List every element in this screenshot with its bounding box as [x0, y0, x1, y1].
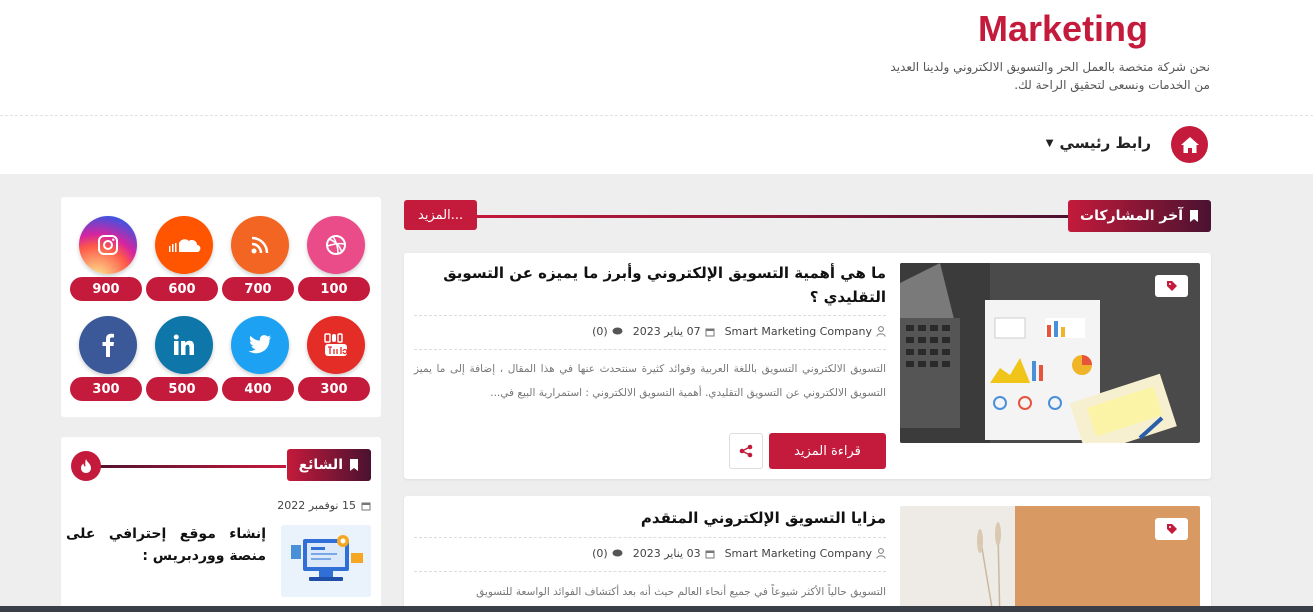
- post-author[interactable]: Smart Marketing Company: [725, 325, 872, 338]
- soundcloud-icon: [155, 216, 213, 274]
- social-facebook[interactable]: 300: [70, 316, 146, 406]
- calendar-icon: [705, 328, 715, 336]
- social-count: 300: [298, 377, 370, 401]
- post-date: 07 يناير 2023: [632, 325, 701, 338]
- social-count: 400: [222, 377, 294, 401]
- social-linkedin[interactable]: 500: [146, 316, 222, 406]
- social-count: 700: [222, 277, 294, 301]
- post-excerpt: التسويق حالياً الأكثر شيوعاً في جميع أنح…: [476, 586, 886, 598]
- rss-icon: [231, 216, 289, 274]
- post-card: مزايا التسويق الإلكتروني المتقدم Smart M…: [404, 496, 1211, 612]
- divider: [414, 315, 886, 316]
- latest-posts-title: آخر المشاركات: [1068, 200, 1211, 232]
- nav-main-link[interactable]: رابط رئيسي ▼: [1046, 134, 1151, 152]
- latest-posts-title-text: آخر المشاركات: [1080, 208, 1183, 224]
- comments-meta: (0): [592, 547, 623, 560]
- youtube-icon: [307, 316, 365, 374]
- latest-posts-header: المزيد... آخر المشاركات: [404, 200, 1211, 232]
- more-button[interactable]: المزيد...: [404, 200, 478, 230]
- social-count: 900: [70, 277, 142, 301]
- post-thumbnail[interactable]: [900, 263, 1200, 443]
- chevron-down-icon: ▼: [1045, 137, 1054, 149]
- section-divider: [474, 215, 1081, 218]
- share-icon: [739, 444, 753, 458]
- post-date: 03 يناير 2023: [632, 547, 701, 560]
- main-navbar: رابط رئيسي ▼: [0, 116, 1313, 174]
- social-count: 500: [146, 377, 218, 401]
- divider: [414, 571, 886, 572]
- calendar-icon: [705, 550, 715, 558]
- bottom-bar: [0, 606, 1313, 612]
- linkedin-icon: [155, 316, 213, 374]
- date-meta: 07 يناير 2023: [633, 325, 715, 338]
- post-comments[interactable]: (0): [592, 325, 608, 338]
- popular-item-title[interactable]: إنشاء موقع إحترافي على منصة ووردبريس :: [66, 523, 266, 567]
- instagram-icon: [79, 216, 137, 274]
- tag-icon[interactable]: [1155, 275, 1188, 297]
- post-author[interactable]: Smart Marketing Company: [725, 547, 872, 560]
- social-soundcloud[interactable]: 600: [146, 216, 222, 306]
- comment-icon: [612, 549, 623, 557]
- social-count: 600: [146, 277, 218, 301]
- section-divider: [86, 465, 286, 468]
- home-icon: [1180, 136, 1199, 153]
- home-button[interactable]: [1171, 126, 1208, 163]
- popular-title: الشائع: [286, 449, 371, 481]
- post-card: ما هي أهمية التسويق الإلكتروني وأبرز ما …: [404, 253, 1211, 479]
- post-title[interactable]: ما هي أهمية التسويق الإلكتروني وأبرز ما …: [416, 261, 886, 309]
- post-meta: Smart Marketing Company 07 يناير 2023 (0…: [416, 325, 886, 338]
- tag-icon[interactable]: [1155, 518, 1188, 540]
- user-icon: [876, 326, 886, 337]
- comments-meta: (0): [592, 325, 623, 338]
- popular-date-meta: 15 نوفمبر 2022: [277, 499, 371, 512]
- bookmark-icon: [1190, 210, 1198, 222]
- read-more-button[interactable]: قراءة المزيد: [769, 433, 886, 469]
- author-meta: Smart Marketing Company: [725, 547, 886, 560]
- fire-icon: [71, 451, 101, 481]
- post-image: [281, 525, 371, 597]
- social-youtube[interactable]: 300: [298, 316, 374, 406]
- bookmark-icon: [350, 459, 358, 471]
- post-comments[interactable]: (0): [592, 547, 608, 560]
- divider: [414, 349, 886, 350]
- site-tagline: نحن شركة متخصة بالعمل الحر والتسويق الال…: [890, 60, 1210, 92]
- share-button[interactable]: [729, 433, 763, 469]
- social-dribbble[interactable]: 100: [298, 216, 374, 306]
- popular-thumbnail[interactable]: [281, 525, 371, 597]
- social-twitter[interactable]: 400: [222, 316, 298, 406]
- date-meta: 03 يناير 2023: [633, 547, 715, 560]
- post-meta: Smart Marketing Company 03 يناير 2023 (0…: [416, 547, 886, 560]
- post-title[interactable]: مزايا التسويق الإلكتروني المتقدم: [416, 506, 886, 530]
- nav-main-link-label: رابط رئيسي: [1059, 134, 1151, 152]
- user-icon: [876, 548, 886, 559]
- popular-widget: الشائع 15 نوفمبر 2022 إنشاء موقع إحترافي…: [61, 437, 381, 612]
- twitter-icon: [231, 316, 289, 374]
- popular-date: 15 نوفمبر 2022: [277, 499, 356, 512]
- site-header: Marketing نحن شركة متخصة بالعمل الحر وال…: [0, 0, 1313, 116]
- social-count: 100: [298, 277, 370, 301]
- social-instagram[interactable]: 900: [70, 216, 146, 306]
- post-thumbnail[interactable]: [900, 506, 1200, 612]
- dribbble-icon: [307, 216, 365, 274]
- post-excerpt: التسويق الالكتروني التسويق باللغة العربي…: [414, 363, 886, 399]
- comment-icon: [612, 327, 623, 335]
- site-logo[interactable]: Marketing: [978, 8, 1148, 50]
- facebook-icon: [79, 316, 137, 374]
- popular-title-text: الشائع: [298, 457, 343, 473]
- author-meta: Smart Marketing Company: [725, 325, 886, 338]
- social-rss[interactable]: 700: [222, 216, 298, 306]
- social-count: 300: [70, 377, 142, 401]
- divider: [414, 537, 886, 538]
- calendar-icon: [361, 502, 371, 510]
- social-counter-widget: 900 600 700 100 300 500 400 300: [61, 197, 381, 417]
